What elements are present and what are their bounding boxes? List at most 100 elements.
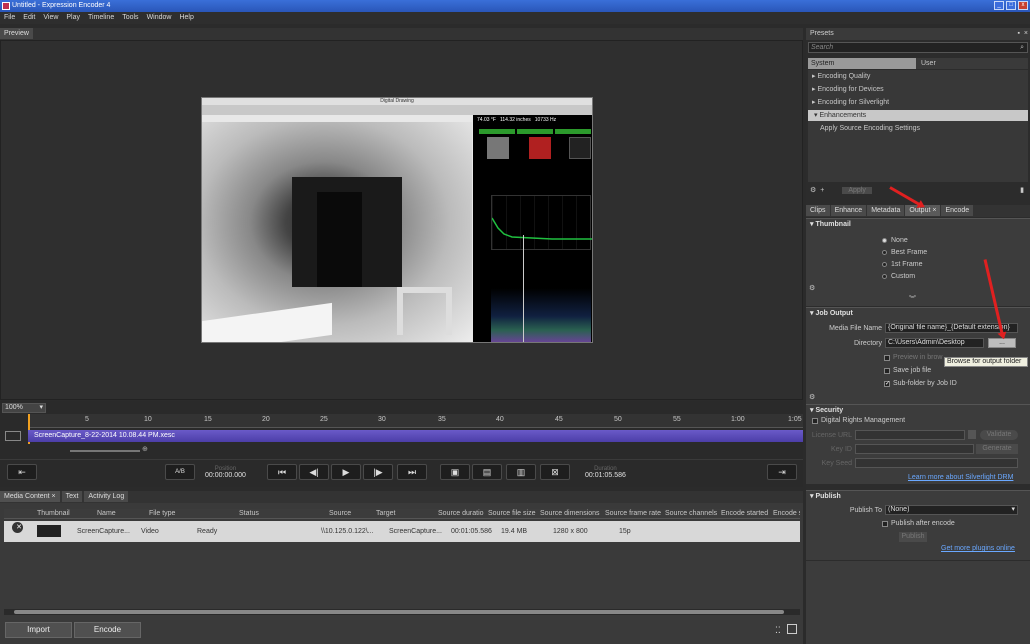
tab-text[interactable]: Text	[61, 491, 83, 502]
minimize-button[interactable]: _	[994, 1, 1004, 10]
split-icon-button[interactable]: ▣	[440, 464, 470, 480]
license-url-input[interactable]	[855, 430, 965, 440]
tab-clips[interactable]: Clips	[806, 205, 830, 216]
menu-file[interactable]: File	[4, 12, 15, 24]
media-file-label: Media File Name	[829, 325, 882, 332]
delete-icon[interactable]: ▮	[1020, 186, 1028, 194]
directory-input[interactable]: C:\Users\Admin\Desktop	[885, 338, 984, 348]
radio-first-frame[interactable]: 1st Frame	[882, 261, 923, 268]
tab-metadata[interactable]: Metadata	[867, 205, 905, 216]
thumbnail-image	[37, 525, 61, 538]
spectrum-graph	[491, 251, 591, 342]
validate-button[interactable]: Validate	[980, 430, 1018, 440]
list-item[interactable]: ▸ Encoding for Silverlight	[812, 98, 889, 106]
browse-license-button[interactable]	[968, 430, 976, 439]
section-title: ▾ Security	[810, 407, 844, 414]
menu-tools[interactable]: Tools	[122, 12, 138, 24]
transport-bar: ⇤ A/B Position 00:00:00.000 ⏮ ◀| ▶ |▶ ⏭ …	[0, 459, 803, 487]
security-section: ▾ Security Digital Rights Management Lic…	[806, 404, 1030, 484]
key-seed-label: Key Seed	[821, 460, 852, 467]
go-to-end-button[interactable]: ⏭	[397, 464, 427, 480]
list-item[interactable]: ▸ Encoding Quality	[812, 72, 870, 80]
learn-drm-link[interactable]: Learn more about Silverlight DRM	[908, 474, 1013, 481]
save-job-file-checkbox[interactable]: Save job file	[884, 367, 931, 374]
menu-help[interactable]: Help	[179, 12, 193, 24]
tab-media-content[interactable]: Media Content ×	[0, 491, 60, 502]
publish-to-select[interactable]: (None) ▾	[885, 505, 1018, 515]
menu-view[interactable]: View	[43, 12, 58, 24]
presets-search-input[interactable]: Search ⌕	[808, 42, 1028, 53]
preview-in-browser-checkbox[interactable]: Preview in brow	[884, 354, 942, 361]
tab-activity-log[interactable]: Activity Log	[84, 491, 129, 502]
close-icon[interactable]: ×	[1024, 28, 1028, 40]
position-timecode: 00:00:00.000	[205, 472, 246, 479]
list-item-selected[interactable]: ▾ Enhancements	[808, 110, 1028, 121]
radio-custom[interactable]: Custom	[882, 273, 915, 280]
timeline-ruler[interactable]: 5 10 15 20 25 30 35 40 45 50 55 1:00 1:0…	[28, 414, 803, 428]
maximize-button[interactable]: □	[1006, 1, 1016, 10]
step-back-button[interactable]: ◀|	[299, 464, 329, 480]
ab-compare-button[interactable]: A/B	[165, 464, 195, 480]
duration-timecode: 00:01:05.586	[585, 472, 626, 479]
apply-button[interactable]: Apply	[842, 186, 872, 194]
gear-icon[interactable]: ⚙	[809, 393, 815, 401]
get-plugins-link[interactable]: Get more plugins online	[941, 545, 1015, 552]
tab-user[interactable]: User	[916, 58, 1028, 69]
remove-segment-button[interactable]: ⊠	[540, 464, 570, 480]
zoom-select[interactable]: 100% ▾	[2, 403, 46, 413]
grid-view-icon[interactable]: ⁚⁚	[775, 625, 781, 636]
drm-checkbox[interactable]: Digital Rights Management	[812, 417, 905, 424]
zoom-in-icon: ⊕	[142, 446, 148, 453]
tab-preview[interactable]: Preview	[0, 28, 33, 39]
key-seed-input[interactable]	[855, 458, 1018, 468]
menu-window[interactable]: Window	[147, 12, 172, 24]
expand-icon[interactable]: ︾	[909, 294, 916, 304]
add-marker-button[interactable]: ⇤	[7, 464, 37, 480]
list-item[interactable]: Apply Source Encoding Settings	[820, 125, 920, 132]
import-button[interactable]: Import	[5, 622, 72, 638]
timeline-zoom-slider[interactable]: ⊕	[30, 446, 150, 455]
hud-temp: 74.03 °F	[477, 117, 496, 123]
hud-distance: 114.32 inches	[499, 117, 531, 123]
add-leader-button[interactable]: ⇥	[767, 464, 797, 480]
pin-icon[interactable]: ▪	[1018, 28, 1020, 40]
table-row[interactable]: ✕ ScreenCapture... Video Ready \\10.125.…	[4, 521, 800, 542]
gear-icon[interactable]: ⚙	[809, 284, 815, 292]
encode-button[interactable]: Encode	[74, 622, 141, 638]
search-icon: ⌕	[1020, 44, 1024, 51]
tab-encode[interactable]: Encode	[941, 205, 974, 216]
list-view-icon[interactable]	[787, 624, 797, 634]
presets-header: Presets ▪ ×	[806, 28, 1030, 40]
preview-tabbar: Preview	[0, 28, 803, 40]
gear-icon[interactable]: ⚙	[810, 186, 816, 194]
publish-button[interactable]: Publish	[899, 532, 927, 542]
menu-play[interactable]: Play	[66, 12, 80, 24]
subfolder-checkbox[interactable]: ✓ Sub-folder by Job ID	[884, 380, 957, 387]
key-id-input[interactable]	[855, 444, 974, 454]
thumbnail-section: ▾ Thumbnail None Best Frame 1st Frame Cu…	[806, 218, 1030, 306]
play-button[interactable]: ▶	[331, 464, 361, 480]
go-to-start-button[interactable]: ⏮	[267, 464, 297, 480]
close-window-button[interactable]: x	[1018, 1, 1028, 10]
menu-timeline[interactable]: Timeline	[88, 12, 114, 24]
browse-tooltip: Browse for output folder	[944, 357, 1028, 367]
remove-icon[interactable]: ✕	[12, 522, 23, 533]
step-forward-button[interactable]: |▶	[363, 464, 393, 480]
radio-none[interactable]: None	[882, 237, 908, 244]
generate-button[interactable]: Generate	[976, 444, 1018, 454]
video-window-title: Digital Drawing	[202, 98, 592, 105]
add-icon[interactable]: +	[820, 187, 824, 194]
timeline-clip[interactable]: ScreenCapture_8-22-2014 10.08.44 PM.xesc	[28, 430, 803, 442]
radio-best-frame[interactable]: Best Frame	[882, 249, 927, 256]
right-panel: Presets ▪ × Search ⌕ System User ▸ Encod…	[806, 28, 1030, 644]
horizontal-scrollbar[interactable]	[4, 609, 800, 615]
publish-after-encode-checkbox[interactable]: Publish after encode	[882, 520, 955, 527]
list-item[interactable]: ▸ Encoding for Devices	[812, 85, 884, 93]
mark-in-button[interactable]: ▤	[472, 464, 502, 480]
menu-edit[interactable]: Edit	[23, 12, 35, 24]
tab-enhance[interactable]: Enhance	[830, 205, 867, 216]
mark-out-button[interactable]: ▥	[506, 464, 536, 480]
tab-system[interactable]: System	[808, 58, 916, 69]
chevron-down-icon: ▾	[39, 404, 43, 411]
video-frame: Digital Drawing 74.03 °F 114.32 inches 1…	[201, 97, 593, 343]
